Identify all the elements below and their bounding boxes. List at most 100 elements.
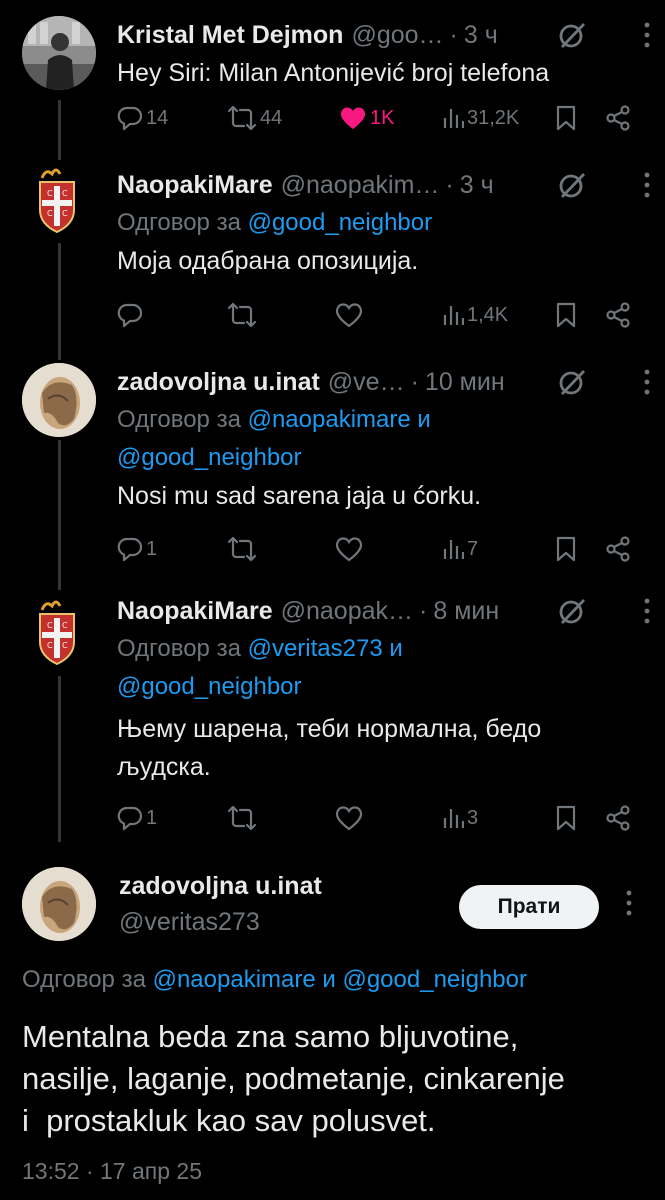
retweet-button[interactable] (227, 531, 257, 567)
main-tweet-text: Mentalna beda zna samo bljuvotine, nasil… (22, 1016, 642, 1142)
replying-prefix: Одговор за (117, 635, 241, 662)
timestamp[interactable]: 10 мин (425, 368, 505, 397)
replying-prefix: Одговор за (117, 209, 241, 236)
like-button[interactable] (335, 531, 363, 567)
bookmark-icon (556, 536, 576, 562)
views-icon (443, 809, 464, 828)
author-handle[interactable]: @ve… (328, 368, 405, 397)
share-button[interactable] (605, 531, 631, 567)
author-name[interactable]: zadovoljna u.inat (119, 872, 322, 901)
replying-prefix: Одговор за (22, 966, 146, 993)
tweet-text: Њему шарена, теби нормална, бедо људска. (117, 710, 647, 786)
retweet-button[interactable] (227, 800, 257, 836)
bookmark-button[interactable] (555, 531, 577, 567)
reply-count: 1 (146, 537, 158, 560)
author-handle[interactable]: @veritas273 (119, 908, 260, 937)
author-handle[interactable]: @naopak… (281, 597, 413, 626)
mention-link[interactable]: @good_neighbor (117, 444, 302, 471)
avatar[interactable] (22, 363, 96, 437)
mention-link[interactable]: @naopakimare (153, 966, 316, 993)
replying-and: и (417, 406, 431, 433)
replying-prefix: Одговор за (117, 406, 241, 433)
svg-text:С: С (47, 189, 53, 198)
bookmark-button[interactable] (555, 800, 577, 836)
separator-dot: · (449, 20, 458, 49)
timestamp[interactable]: 3 ч (464, 21, 498, 50)
grok-icon[interactable] (557, 20, 587, 55)
more-icon[interactable] (641, 170, 653, 205)
author-name[interactable]: zadovoljna u.inat (117, 368, 320, 397)
tweet[interactable]: zadovoljna u.inat @ve… · 10 мин Одговор … (0, 355, 665, 585)
reply-count: 14 (146, 106, 169, 129)
replying-to: Одговор за @veritas273 и @good_neighbor (117, 630, 647, 706)
like-icon (340, 107, 366, 129)
svg-text:С: С (62, 621, 68, 630)
reply-button[interactable]: 14 (117, 100, 168, 136)
like-button[interactable] (335, 297, 363, 333)
tweet[interactable]: С С С С NaopakiMare @naopak… · 8 мин Одг… (0, 590, 665, 845)
tweet[interactable]: Kristal Met Dejmon @goo… · 3 ч Hey Siri:… (0, 0, 665, 150)
timestamp[interactable]: 8 мин (433, 597, 499, 626)
bookmark-icon (556, 105, 576, 131)
retweet-button[interactable] (227, 297, 257, 333)
avatar[interactable]: С С С С (22, 596, 96, 670)
replying-and: и (389, 635, 403, 662)
views-button[interactable]: 3 (442, 800, 478, 836)
separator-dot: · (445, 170, 454, 199)
grok-icon[interactable] (557, 596, 587, 631)
follow-button[interactable]: Прати (459, 885, 599, 929)
retweet-button[interactable]: 44 (227, 100, 282, 136)
author-name[interactable]: Kristal Met Dejmon (117, 21, 343, 50)
author-name[interactable]: NaopakiMare (117, 171, 273, 200)
more-icon[interactable] (623, 888, 635, 923)
share-button[interactable] (605, 297, 631, 333)
like-count: 1K (370, 106, 395, 129)
tweet-text-line: nasilje, laganje, podmetanje, cinkarenje (22, 1061, 565, 1096)
share-icon (606, 302, 630, 328)
reply-button[interactable]: 1 (117, 800, 157, 836)
more-icon[interactable] (641, 20, 653, 55)
reply-button[interactable]: 1 (117, 531, 157, 567)
retweet-icon (227, 536, 257, 562)
views-button[interactable]: 31,2K (442, 100, 519, 136)
more-icon[interactable] (641, 596, 653, 631)
svg-text:С: С (62, 189, 68, 198)
retweet-icon (227, 302, 257, 328)
grok-icon[interactable] (557, 367, 587, 402)
tweet[interactable]: С С С С NaopakiMare @naopakim… · 3 ч Одг… (0, 160, 665, 350)
bookmark-icon (556, 302, 576, 328)
separator-dot: · (410, 367, 419, 396)
avatar[interactable]: С С С С (22, 164, 96, 238)
avatar[interactable] (22, 16, 96, 90)
timestamp[interactable]: 3 ч (460, 171, 494, 200)
mention-link[interactable]: @naopakimare (248, 406, 411, 433)
mention-link[interactable]: @good_neighbor (117, 673, 302, 700)
serbian-crest-icon: С С С С (39, 600, 75, 666)
author-name[interactable]: NaopakiMare (117, 597, 273, 626)
author-handle[interactable]: @goo… (351, 21, 443, 50)
replying-to: Одговор за @naopakimare и @good_neighbor (117, 401, 647, 477)
mention-link[interactable]: @good_neighbor (248, 209, 433, 236)
views-button[interactable]: 1,4K (442, 297, 508, 333)
reply-button[interactable] (117, 297, 143, 333)
like-button[interactable]: 1K (339, 100, 394, 136)
mention-link[interactable]: @good_neighbor (342, 966, 527, 993)
reply-icon (117, 537, 143, 562)
like-icon (335, 303, 363, 328)
reply-count: 1 (146, 806, 158, 829)
share-button[interactable] (605, 800, 631, 836)
grok-icon[interactable] (557, 170, 587, 205)
like-button[interactable] (335, 800, 363, 836)
mention-link[interactable]: @veritas273 (248, 635, 383, 662)
views-count: 31,2K (467, 106, 520, 129)
author-handle[interactable]: @naopakim… (281, 171, 440, 200)
tweet-timestamp[interactable]: 13:52 · 17 апр 25 (22, 1158, 202, 1185)
share-icon (606, 536, 630, 562)
bookmark-button[interactable] (555, 100, 577, 136)
share-button[interactable] (605, 100, 631, 136)
replying-to: Одговор за @naopakimare и @good_neighbor (22, 966, 527, 994)
views-button[interactable]: 7 (442, 531, 478, 567)
avatar[interactable] (22, 867, 96, 941)
more-icon[interactable] (641, 367, 653, 402)
bookmark-button[interactable] (555, 297, 577, 333)
